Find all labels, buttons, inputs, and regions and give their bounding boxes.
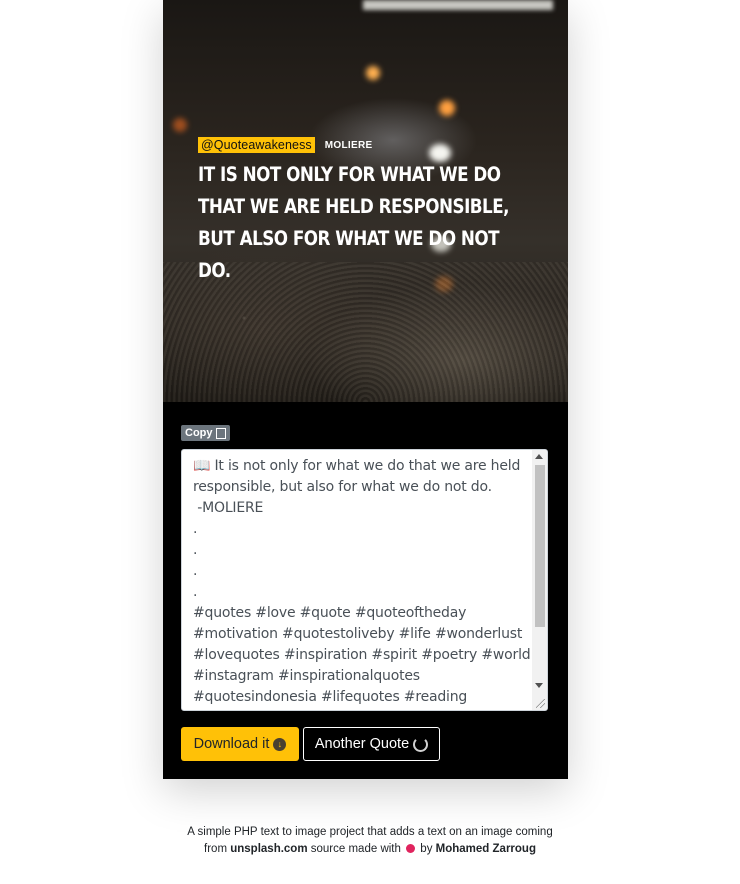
another-quote-label: Another Quote	[314, 736, 410, 752]
quote-author: MOLIERE	[324, 139, 373, 151]
another-quote-button[interactable]: Another Quote	[303, 727, 440, 761]
quote-image: @Quoteawakeness MOLIERE It is not only f…	[163, 0, 568, 402]
footer-from: from	[204, 843, 228, 855]
copy-icon	[215, 427, 226, 439]
copy-button-label: Copy	[185, 427, 213, 439]
download-button-label: Download it	[193, 736, 270, 752]
footer: A simple PHP text to image project that …	[0, 824, 740, 858]
instagram-handle: @Quoteawakeness	[198, 137, 315, 153]
copy-button[interactable]: Copy	[181, 425, 230, 441]
quote-card: @Quoteawakeness MOLIERE It is not only f…	[163, 0, 568, 779]
resize-handle-icon[interactable]	[536, 699, 545, 708]
footer-made-with: source made with	[310, 843, 401, 855]
unsplash-link[interactable]: unsplash.com	[230, 843, 307, 855]
author-link[interactable]: Mohamed Zarroug	[436, 843, 536, 855]
quote-text-on-image: It is not only for what we do that we ar…	[198, 163, 510, 282]
heart-icon	[406, 844, 416, 853]
caption-textarea[interactable]: 📖 It is not only for what we do that we …	[181, 449, 548, 711]
download-button[interactable]: Download it ↓	[181, 727, 299, 761]
textarea-scrollbar[interactable]	[532, 450, 547, 710]
download-icon: ↓	[273, 737, 287, 751]
scroll-up-icon[interactable]	[535, 454, 543, 459]
scroll-thumb[interactable]	[535, 465, 545, 627]
scroll-down-icon[interactable]	[535, 683, 543, 688]
refresh-icon	[413, 736, 429, 752]
footer-by: by	[420, 843, 433, 855]
footer-line-2: from unsplash.com source made with by Mo…	[0, 841, 740, 858]
caption-text: 📖 It is not only for what we do that we …	[193, 458, 531, 705]
footer-line-1: A simple PHP text to image project that …	[187, 826, 553, 838]
